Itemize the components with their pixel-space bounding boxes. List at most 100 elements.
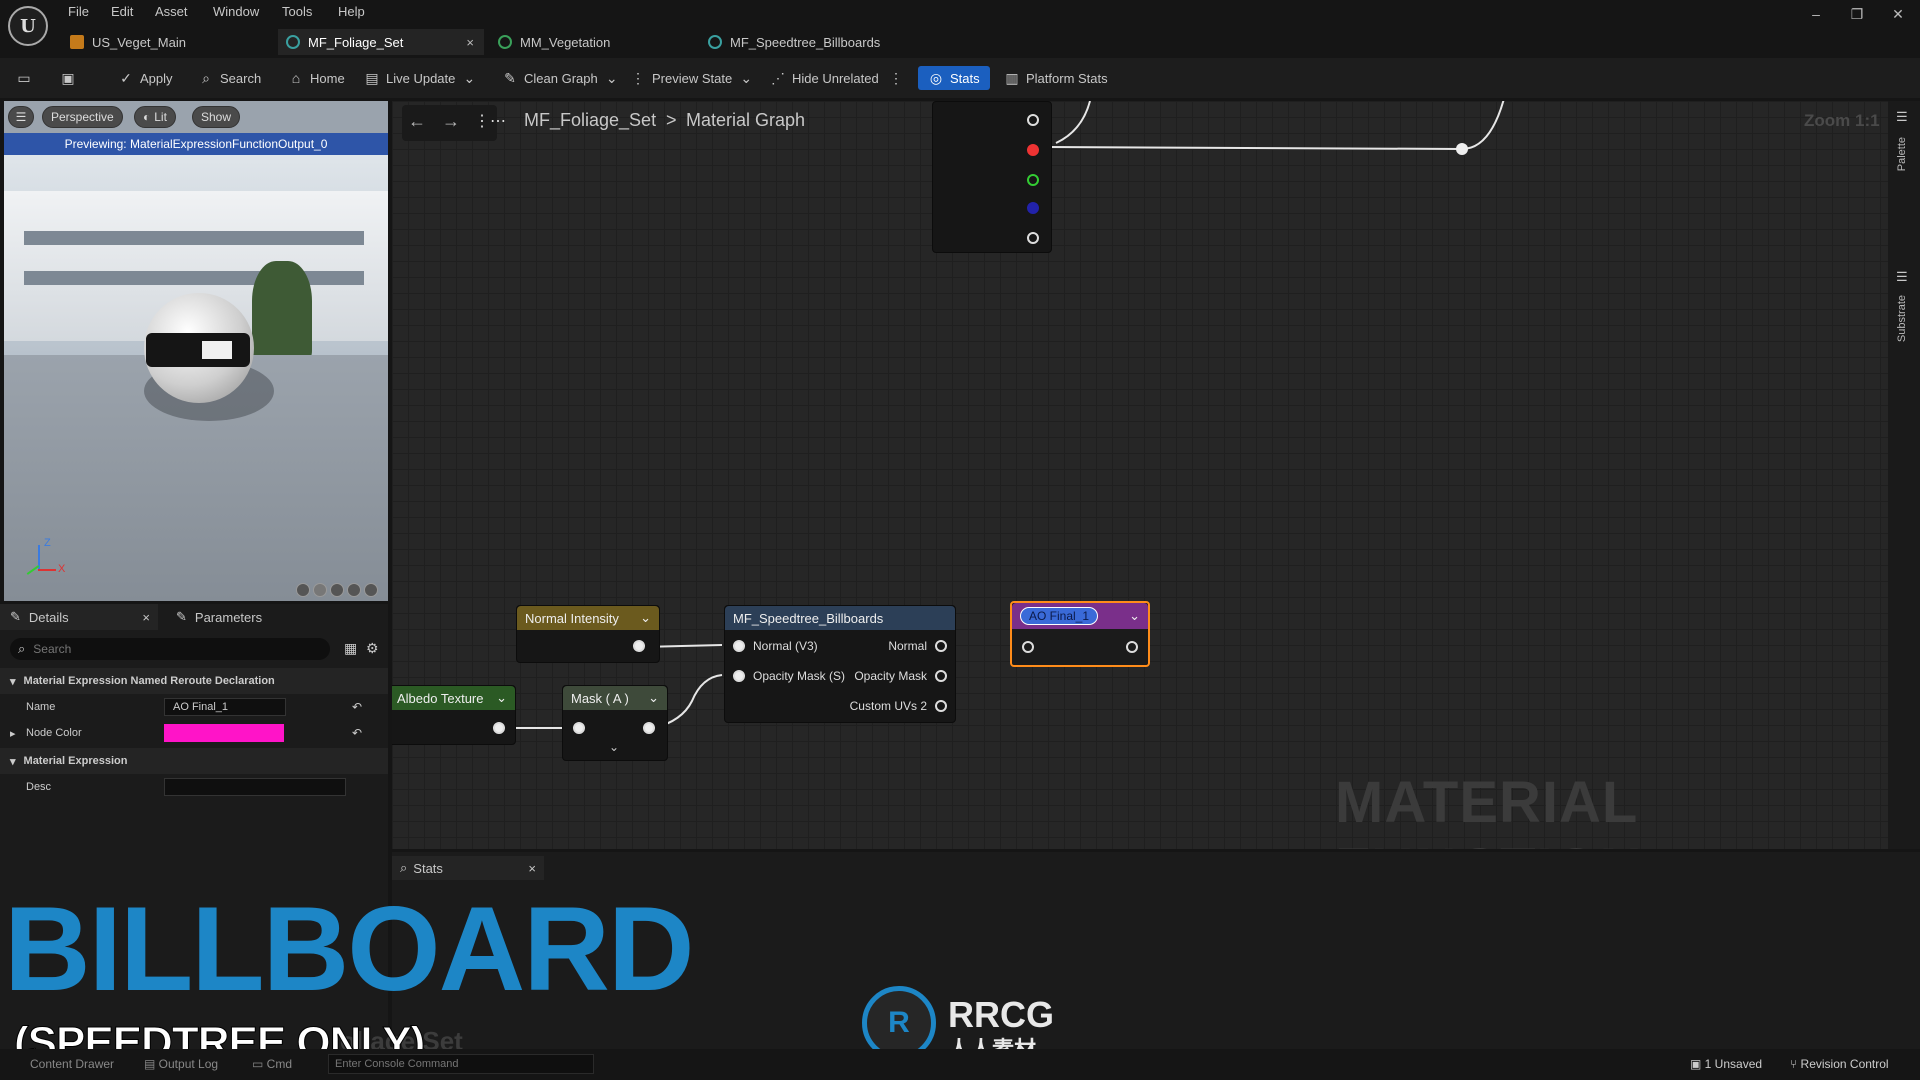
plane-preview-icon[interactable]: [330, 583, 344, 597]
details-search-field[interactable]: ⌕: [10, 638, 330, 660]
close-tab-icon[interactable]: ×: [528, 861, 536, 876]
speedtree-billboards-node[interactable]: MF_Speedtree_Billboards Normal (V3) Opac…: [724, 605, 956, 723]
menu-asset[interactable]: Asset: [155, 4, 188, 19]
back-arrow-icon[interactable]: ←: [408, 111, 426, 132]
output-pin-custom-uvs[interactable]: [935, 700, 947, 712]
apply-button[interactable]: ✓ Apply: [118, 66, 172, 90]
expand-chevron-icon[interactable]: ⌄: [609, 740, 619, 754]
section-material-expression[interactable]: ▾ Material Expression: [0, 748, 388, 774]
menu-tools[interactable]: Tools: [282, 4, 312, 19]
chevron-down-icon[interactable]: ⌄: [648, 690, 659, 706]
output-pin[interactable]: [1126, 641, 1138, 653]
perspective-button[interactable]: Perspective: [42, 106, 123, 128]
output-log-button[interactable]: ▤ Output Log: [144, 1057, 218, 1071]
cmd-dropdown[interactable]: ▭ Cmd: [252, 1057, 292, 1071]
tab-mf-foliage-set[interactable]: MF_Foliage_Set ×: [278, 29, 484, 55]
cube-preview-icon[interactable]: [347, 583, 361, 597]
input-pin-normal[interactable]: [733, 640, 745, 652]
show-button[interactable]: Show: [192, 106, 241, 128]
save-icon[interactable]: ▭: [16, 66, 32, 90]
material-function-icon: [708, 35, 722, 49]
settings-gear-icon[interactable]: ⚙: [366, 640, 379, 657]
lit-button[interactable]: ◐ Lit: [134, 106, 176, 128]
unreal-logo-icon[interactable]: U: [8, 6, 48, 46]
custom-mesh-preview-icon[interactable]: [364, 583, 378, 597]
close-tab-icon[interactable]: ×: [142, 610, 150, 625]
substrate-tab[interactable]: Substrate: [1896, 295, 1908, 342]
output-node-partial[interactable]: [932, 101, 1052, 253]
tab-us-veget-main[interactable]: US_Veget_Main: [62, 29, 272, 55]
input-pin[interactable]: [573, 722, 585, 734]
output-pin-blue[interactable]: [1027, 202, 1039, 214]
output-pin[interactable]: [643, 722, 655, 734]
platform-stats-button[interactable]: ▥ Platform Stats: [1004, 66, 1107, 90]
output-pin-red[interactable]: [1027, 144, 1039, 156]
menu-help[interactable]: Help: [338, 4, 365, 19]
live-update-button[interactable]: ▤ Live Update ⌄: [364, 66, 477, 90]
material-graph[interactable]: ← → ⋮⋯ MF_Foliage_Set > Material Graph Z…: [392, 101, 1888, 849]
substrate-menu-icon[interactable]: ☰: [1896, 269, 1908, 285]
name-field[interactable]: AO Final_1: [164, 698, 286, 716]
palette-menu-icon[interactable]: ☰: [1896, 109, 1908, 125]
material-function-icon: [286, 35, 300, 49]
restore-button[interactable]: ❐: [1845, 6, 1869, 23]
hide-unrelated-button[interactable]: ⋰ Hide Unrelated: [770, 66, 879, 90]
palette-tab[interactable]: Palette: [1896, 137, 1908, 171]
clean-graph-button[interactable]: ✎ Clean Graph ⌄: [502, 66, 620, 90]
search-button[interactable]: ⌕ Search: [198, 66, 261, 90]
graph-watermark: MATERIAL FUNCTION: [1335, 770, 1642, 849]
output-pin[interactable]: [1027, 114, 1039, 126]
preview-state-button[interactable]: ⋮ Preview State ⌄: [630, 66, 754, 90]
tab-details[interactable]: ✎ Details ×: [0, 604, 158, 630]
stats-button[interactable]: ◎ Stats: [918, 66, 990, 90]
chevron-down-icon[interactable]: ⌄: [496, 690, 507, 706]
unsaved-button[interactable]: ▣ 1 Unsaved: [1690, 1057, 1762, 1071]
mask-node[interactable]: Mask ( A ) ⌄ ⌄: [562, 685, 668, 761]
close-tab-icon[interactable]: ×: [466, 35, 474, 50]
details-search-input[interactable]: [33, 642, 294, 656]
output-pin[interactable]: [493, 722, 505, 734]
reset-arrow-icon[interactable]: ↶: [352, 700, 362, 714]
reset-arrow-icon[interactable]: ↶: [352, 726, 362, 740]
menu-window[interactable]: Window: [213, 4, 259, 19]
browse-icon[interactable]: ▣: [60, 66, 76, 90]
input-pin[interactable]: [1022, 641, 1034, 653]
named-reroute-node[interactable]: AO Final_1 ⌄: [1010, 601, 1150, 667]
output-pin-alpha[interactable]: [1027, 232, 1039, 244]
tab-parameters[interactable]: ✎ Parameters: [170, 604, 330, 630]
node-color-swatch[interactable]: [164, 724, 284, 742]
output-pin[interactable]: [633, 640, 645, 652]
expand-arrow-icon[interactable]: ▸: [10, 727, 16, 740]
revision-control-button[interactable]: ⑂ Revision Control: [1790, 1057, 1889, 1071]
preview-viewport[interactable]: ☰ Perspective ◐ Lit Show Previewing: Mate…: [4, 101, 388, 601]
chevron-down-icon[interactable]: ⌄: [640, 610, 651, 626]
content-drawer-button[interactable]: Content Drawer: [30, 1057, 114, 1071]
tab-stats[interactable]: ⌕ Stats ×: [392, 856, 544, 880]
section-named-reroute[interactable]: ▾ Material Expression Named Reroute Decl…: [0, 668, 388, 694]
chevron-down-icon[interactable]: ⌄: [1129, 608, 1140, 624]
cylinder-preview-icon[interactable]: [296, 583, 310, 597]
menu-file[interactable]: File: [68, 4, 89, 19]
tab-mm-vegetation[interactable]: MM_Vegetation: [490, 29, 690, 55]
menu-edit[interactable]: Edit: [111, 4, 133, 19]
minimize-button[interactable]: –: [1804, 6, 1828, 22]
console-command-input[interactable]: [328, 1054, 594, 1074]
output-pin-opacity[interactable]: [935, 670, 947, 682]
normal-intensity-node[interactable]: Normal Intensity ⌄: [516, 605, 660, 663]
tab-mf-speedtree-billboards[interactable]: MF_Speedtree_Billboards: [700, 29, 930, 55]
output-pin-normal[interactable]: [935, 640, 947, 652]
output-pin-green[interactable]: [1027, 174, 1039, 186]
table-view-icon[interactable]: ▦: [344, 640, 357, 657]
close-window-button[interactable]: ✕: [1886, 6, 1910, 23]
viewport-menu-icon[interactable]: ☰: [8, 106, 34, 128]
breadcrumb-root[interactable]: MF_Foliage_Set: [524, 110, 656, 131]
home-button[interactable]: ⌂ Home: [288, 66, 345, 90]
desc-field[interactable]: [164, 778, 346, 796]
forward-arrow-icon[interactable]: →: [442, 111, 460, 132]
input-pin-opacity[interactable]: [733, 670, 745, 682]
reroute-name-editor[interactable]: AO Final_1: [1020, 607, 1099, 625]
billboard-overlay-title: BILLBOARD: [4, 882, 695, 1016]
albedo-texture-node[interactable]: Albedo Texture ⌄: [392, 685, 516, 745]
more-options-icon[interactable]: ⋮: [888, 66, 904, 90]
sphere-preview-icon[interactable]: [313, 583, 327, 597]
